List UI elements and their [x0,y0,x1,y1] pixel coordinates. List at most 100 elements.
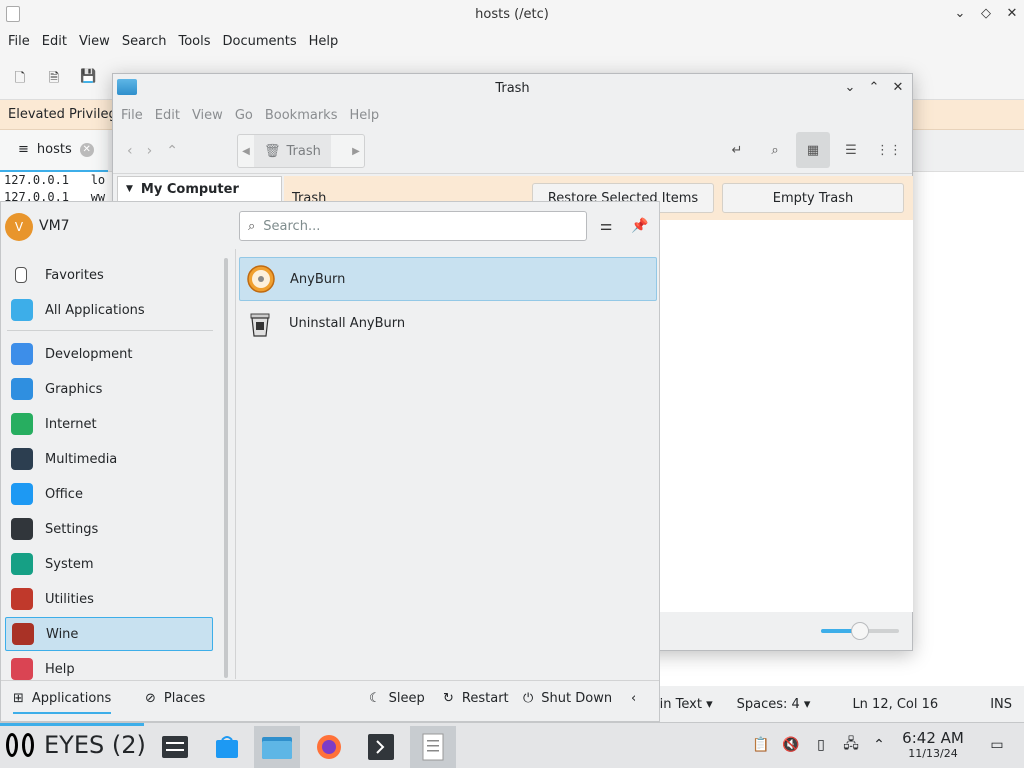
task-discover[interactable] [204,726,250,768]
kate-menu-help[interactable]: Help [303,34,345,49]
save-icon[interactable]: 💾 [80,69,96,85]
terminal-icon [368,734,394,760]
breadcrumb[interactable]: ◀ 🗑 Trash ▶ [237,134,365,168]
search-box[interactable]: ⌕ [239,211,587,241]
category-label: Help [45,661,75,677]
pager-label: EYES (2) [44,731,146,759]
category-scrollbar[interactable] [222,258,230,678]
search-icon[interactable]: ⌕ [758,132,792,168]
insert-mode[interactable]: INS [950,697,1024,712]
kate-menu-documents[interactable]: Documents [217,34,303,49]
category-favorites[interactable]: Favorites [5,258,213,292]
dolphin-menu-view[interactable]: View [186,108,229,123]
new-document-icon[interactable]: 🗋 [12,69,28,86]
cursor-position[interactable]: Ln 12, Col 16 [822,697,950,712]
minimize-icon[interactable]: ⌄ [950,4,970,24]
kate-menu-edit[interactable]: Edit [36,34,73,49]
zoom-slider[interactable] [821,622,899,640]
dolphin-menu-file[interactable]: File [115,108,149,123]
kate-titlebar[interactable]: hosts (/etc) ⌄ ◇ ✕ [0,0,1024,28]
close-icon[interactable]: ✕ [888,78,908,98]
task-system-settings[interactable] [152,726,198,768]
compact-view-icon[interactable]: ☰ [834,132,868,168]
close-icon[interactable]: ✕ [1002,4,1022,24]
eyes-widget[interactable]: EYES (2) [6,731,146,759]
up-icon[interactable]: ⌃ [166,143,178,159]
back-icon[interactable]: ‹ [127,143,133,159]
category-multimedia[interactable]: Multimedia [5,442,213,476]
show-desktop-icon[interactable]: ▭ [987,735,1007,755]
maximize-icon[interactable]: ⌃ [864,78,884,98]
category-settings[interactable]: Settings [5,512,213,546]
category-all-applications[interactable]: All Applications [5,293,213,327]
empty-trash-button[interactable]: Empty Trash [722,183,904,213]
category-label: Internet [45,416,97,432]
category-graphics[interactable]: Graphics [5,372,213,406]
sleep-label: Sleep [388,691,425,706]
clock-date: 11/13/24 [908,747,958,760]
wrench-icon [11,343,33,365]
places-tab[interactable]: ⊘ Places [145,691,205,706]
restart-button[interactable]: ↻ Restart [443,691,509,706]
task-dolphin[interactable] [254,726,300,768]
indent-dropdown[interactable]: Spaces: 4 ▾ [725,697,823,712]
expand-tray-icon[interactable]: ⌃ [869,735,889,755]
network-icon[interactable]: 🖧 [841,735,861,755]
crumb-left-arrow-icon[interactable]: ◀ [238,146,254,157]
icons-view-icon[interactable]: ▦ [796,132,830,168]
sliders-icon [11,518,33,540]
task-kate[interactable] [410,726,456,768]
applications-tab[interactable]: ⊞ Applications [13,691,112,714]
clipboard-icon[interactable]: 📋 [751,735,771,755]
battery-icon[interactable]: ▯ [811,735,831,755]
compass-icon: ⊘ [145,691,156,706]
details-view-icon[interactable]: ⋮⋮ [872,132,906,168]
leave-more-button[interactable]: ‹ [631,691,636,706]
kate-menu-file[interactable]: File [2,34,36,49]
configure-icon[interactable]: ⚌ [593,213,619,239]
category-label: Development [45,346,133,362]
crumb-right-arrow-icon[interactable]: ▶ [348,146,364,157]
zoom-slider-handle[interactable] [851,622,869,640]
kate-menu-view[interactable]: View [73,34,116,49]
tab-hosts[interactable]: ≡ hosts ✕ [0,129,108,172]
task-konsole[interactable] [358,726,404,768]
tab-close-icon[interactable]: ✕ [79,142,94,157]
chevron-down-icon: ▾ [706,696,713,712]
category-utilities[interactable]: Utilities [5,582,213,616]
volume-muted-icon[interactable]: 🔇 [781,735,801,755]
task-firefox[interactable] [306,726,352,768]
dolphin-menu-edit[interactable]: Edit [149,108,186,123]
search-input[interactable] [263,218,564,234]
places-my-computer[interactable]: ▼ My Computer [117,176,282,202]
terminal-icon[interactable]: ↵ [720,132,754,168]
clock[interactable]: 6:42 AM 11/13/24 [898,729,968,761]
pin-icon[interactable]: 📌 [627,213,653,239]
category-office[interactable]: Office [5,477,213,511]
kate-menu-search[interactable]: Search [116,34,173,49]
earth-icon [11,413,33,435]
minimize-icon[interactable]: ⌄ [840,78,860,98]
forward-icon[interactable]: › [147,143,153,159]
avatar[interactable]: V [5,213,33,241]
category-development[interactable]: Development [5,337,213,371]
breadcrumb-trash[interactable]: 🗑 Trash [254,135,331,167]
dolphin-menu-bookmarks[interactable]: Bookmarks [259,108,344,123]
dolphin-menu-go[interactable]: Go [229,108,259,123]
tab-label: hosts [36,142,72,157]
scrollbar-thumb[interactable] [224,258,228,678]
dolphin-menu-help[interactable]: Help [343,108,385,123]
category-internet[interactable]: Internet [5,407,213,441]
open-document-icon[interactable]: 🗎 [46,69,62,86]
sleep-button[interactable]: ☾ Sleep [369,691,425,706]
shutdown-button[interactable]: ⏻ Shut Down [523,691,612,706]
app-uninstall-anyburn[interactable]: Uninstall AnyBurn [239,301,657,345]
app-anyburn[interactable]: AnyBurn [239,257,657,301]
app-label: Uninstall AnyBurn [289,315,406,331]
maximize-icon[interactable]: ◇ [976,4,996,24]
category-wine[interactable]: Wine [5,617,213,651]
kate-menu-tools[interactable]: Tools [172,34,216,49]
dolphin-titlebar[interactable]: Trash ⌄ ⌃ ✕ [113,74,912,102]
category-label: Utilities [45,591,94,607]
category-system[interactable]: System [5,547,213,581]
